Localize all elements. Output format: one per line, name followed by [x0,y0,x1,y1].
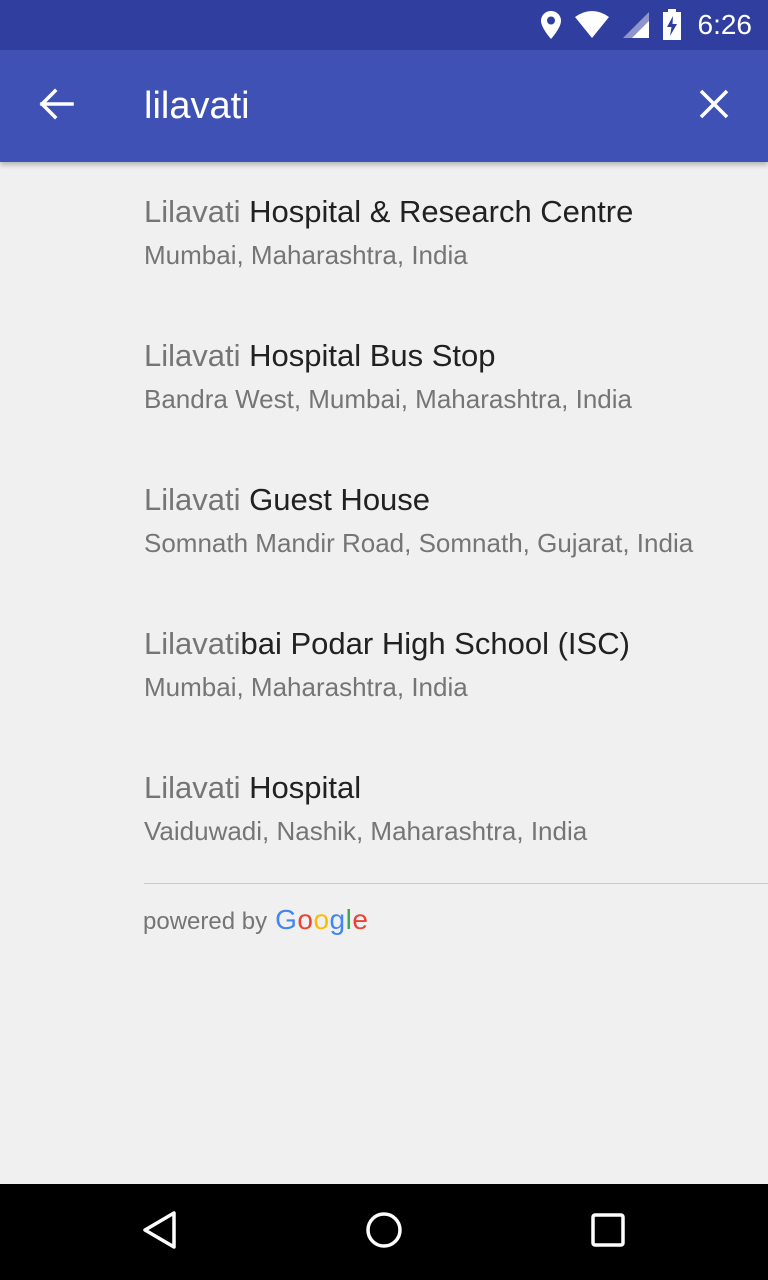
status-bar: 6:26 [0,0,768,50]
result-rest-text: bai Podar High School (ISC) [240,626,630,661]
cell-signal-icon [622,11,650,39]
google-logo-letter: e [352,904,369,935]
result-rest-text: Hospital Bus Stop [240,338,496,373]
back-button[interactable] [24,78,88,134]
back-triangle-icon [140,1210,180,1255]
result-match-text: Lilavati [144,194,241,229]
result-match-text: Lilavati [144,482,241,517]
close-icon [699,89,729,124]
result-item[interactable]: Lilavati Hospital & Research Centre Mumb… [0,162,768,306]
clock: 6:26 [697,9,753,40]
wifi-icon [574,11,610,39]
google-logo-letter: o [313,904,330,935]
nav-back-button[interactable] [128,1200,192,1264]
status-icons: 6:26 [540,0,753,50]
result-match-text: Lilavati [144,626,241,661]
result-subtitle: Vaiduwadi, Nashik, Maharashtra, India [144,816,588,846]
result-item[interactable]: Lilavati Hospital Vaiduwadi, Nashik, Mah… [0,738,768,882]
result-title: Lilavati Hospital & Research Centre [144,194,633,230]
search-app-bar [0,50,768,162]
arrow-back-icon [38,88,74,125]
home-circle-icon [364,1210,404,1255]
result-title: Lilavatibai Podar High School (ISC) [144,626,630,662]
result-item[interactable]: Lilavatibai Podar High School (ISC) Mumb… [0,594,768,738]
powered-by-google: powered by Google [143,904,368,936]
battery-charging-icon [662,9,682,41]
result-item[interactable]: Lilavati Guest House Somnath Mandir Road… [0,450,768,594]
result-rest-text: Hospital [240,770,362,805]
result-rest-text: Guest House [240,482,431,517]
result-match-text: Lilavati [144,770,241,805]
nav-home-button[interactable] [352,1200,416,1264]
google-logo-letter: G [275,904,298,935]
clear-search-button[interactable] [682,78,746,134]
result-subtitle: Mumbai, Maharashtra, India [144,240,468,270]
system-nav-bar [0,1184,768,1280]
powered-by-label: powered by [143,908,268,935]
result-subtitle: Mumbai, Maharashtra, India [144,672,468,702]
result-title: Lilavati Hospital Bus Stop [144,338,496,374]
recents-square-icon [588,1210,628,1255]
result-match-text: Lilavati [144,338,241,373]
search-input[interactable] [142,78,664,134]
location-icon [540,10,562,40]
result-subtitle: Somnath Mandir Road, Somnath, Gujarat, I… [144,528,694,558]
result-title: Lilavati Guest House [144,482,430,518]
result-rest-text: Hospital & Research Centre [240,194,634,229]
results-divider [144,883,768,884]
nav-recents-button[interactable] [576,1200,640,1264]
result-subtitle: Bandra West, Mumbai, Maharashtra, India [144,384,632,414]
result-title: Lilavati Hospital [144,770,361,806]
google-logo-letter: g [329,904,346,935]
result-item[interactable]: Lilavati Hospital Bus Stop Bandra West, … [0,306,768,450]
google-logo-letter: o [297,904,314,935]
google-logo: Google [275,904,368,936]
